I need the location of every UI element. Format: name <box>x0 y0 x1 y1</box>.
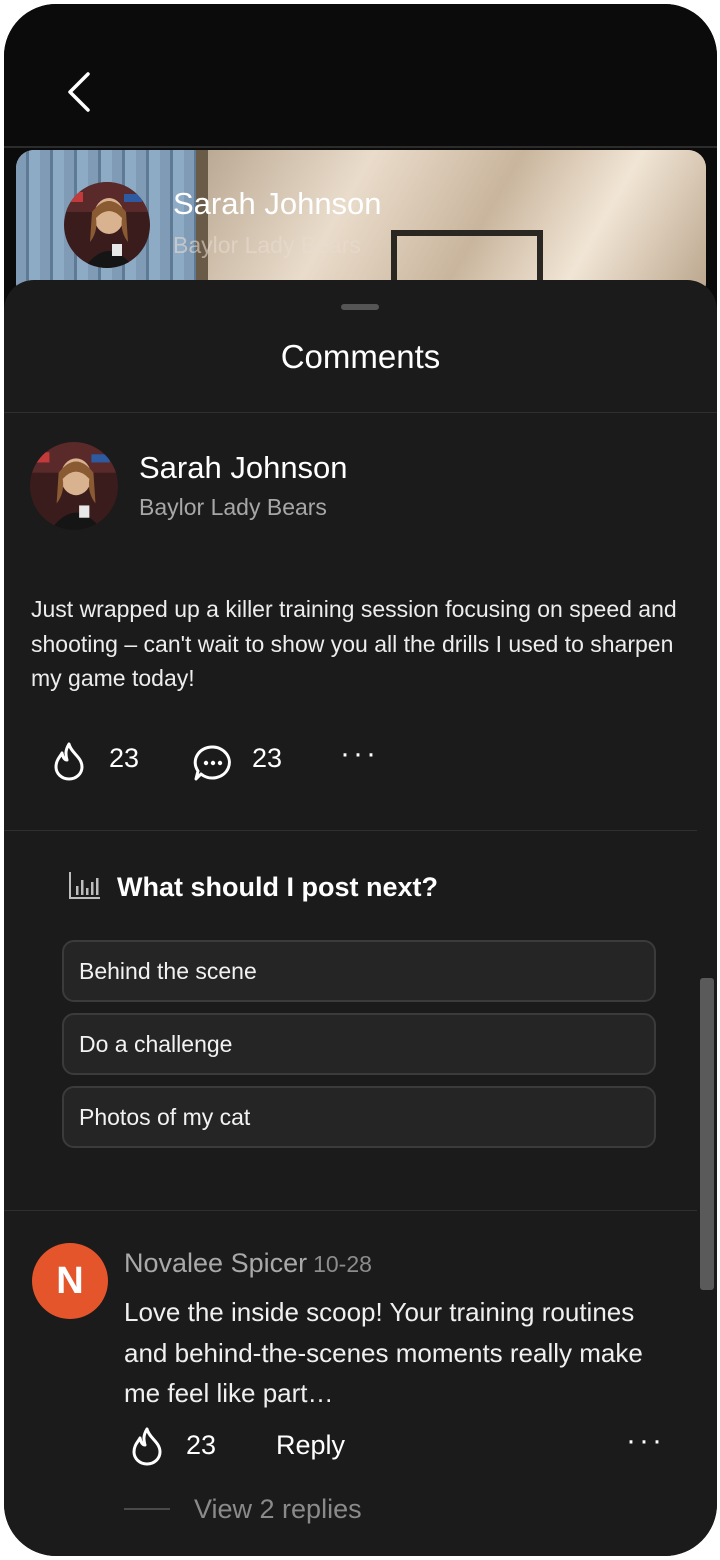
poll-option[interactable]: Behind the scene <box>62 940 656 1002</box>
poll-option[interactable]: Do a challenge <box>62 1013 656 1075</box>
more-dots-icon[interactable]: ··· <box>340 737 379 771</box>
post-avatar[interactable] <box>30 442 118 530</box>
sheet-title: Comments <box>280 338 441 375</box>
post-actions: 23 23 ··· <box>4 735 717 785</box>
bar-chart-icon <box>69 872 100 899</box>
view-replies-button[interactable]: View 2 replies <box>194 1494 362 1525</box>
post-divider <box>4 830 697 831</box>
replies-line <box>124 1508 170 1510</box>
top-bar <box>4 4 717 148</box>
comment-more-icon[interactable]: ··· <box>626 1424 665 1458</box>
profile-banner[interactable]: Sarah Johnson Baylor Lady Bears <box>16 150 706 300</box>
phone-screen: Sarah Johnson Baylor Lady Bears Comments… <box>4 4 717 1556</box>
poll-question: What should I post next? <box>117 872 438 902</box>
comment-avatar[interactable]: N <box>32 1243 108 1319</box>
post-team: Baylor Lady Bears <box>139 494 327 520</box>
poll-option[interactable]: Photos of my cat <box>62 1086 656 1148</box>
comment-like-count: 23 <box>186 1430 217 1460</box>
drag-handle[interactable] <box>341 304 379 310</box>
comment-header: Novalee Spicer 10-28 <box>124 1248 372 1279</box>
flame-icon[interactable] <box>52 741 86 781</box>
banner-background-post <box>196 150 208 300</box>
chevron-left-icon[interactable] <box>60 66 100 118</box>
comments-sheet: Comments Sarah Johnson Baylor Lady Bears… <box>4 280 717 1556</box>
poll-option-label: Behind the scene <box>79 958 257 984</box>
poll-option-label: Do a challenge <box>79 1031 233 1057</box>
title-divider <box>4 412 717 413</box>
poll-option-label: Photos of my cat <box>79 1104 251 1130</box>
poll-divider <box>4 1210 697 1211</box>
scrollbar[interactable] <box>700 978 714 1290</box>
comment-count: 23 <box>252 743 283 773</box>
banner-avatar[interactable] <box>64 182 150 268</box>
comment-bubble-icon[interactable] <box>192 743 234 783</box>
banner-name: Sarah Johnson <box>173 186 382 221</box>
flame-icon[interactable] <box>130 1426 164 1466</box>
post-text: Just wrapped up a killer training sessio… <box>31 596 677 691</box>
comment-author[interactable]: Novalee Spicer <box>124 1248 307 1278</box>
reply-button[interactable]: Reply <box>276 1430 345 1461</box>
comment-date: 10-28 <box>313 1251 372 1277</box>
banner-team: Baylor Lady Bears <box>173 232 361 258</box>
comment-text: Love the inside scoop! Your training rou… <box>124 1297 643 1408</box>
like-count: 23 <box>109 743 140 773</box>
post-author[interactable]: Sarah Johnson <box>139 450 348 486</box>
